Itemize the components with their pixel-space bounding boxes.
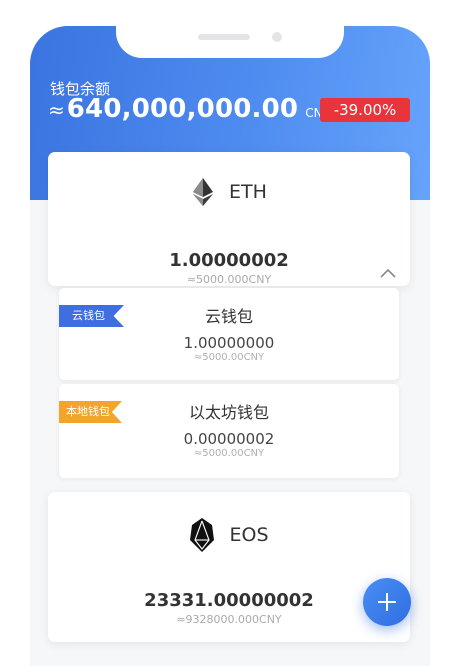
change-percent-badge: -39.00% xyxy=(320,98,410,122)
wallet-amount: 1.00000000 xyxy=(183,334,275,352)
coin-amount: 1.00000002 xyxy=(169,250,289,271)
coin-fiat-value: ≈5000.000CNY xyxy=(186,273,272,286)
coin-amount: 23331.00000002 xyxy=(144,590,314,611)
wallet-amount: 0.00000002 xyxy=(183,430,275,448)
coin-symbol: EOS xyxy=(229,524,269,546)
coin-card-eth[interactable]: ETH 1.00000002 ≈5000.000CNY xyxy=(48,152,410,286)
coin-fiat-value: ≈9328000.000CNY xyxy=(176,613,282,626)
camera-icon xyxy=(272,32,282,42)
coin-card-eos[interactable]: EOS 23331.00000002 ≈9328000.000CNY xyxy=(48,492,410,642)
phone-notch xyxy=(116,26,344,58)
wallet-name: 云钱包 xyxy=(204,307,253,326)
total-balance: 640,000,000.00 xyxy=(66,94,299,124)
wallet-name: 以太坊钱包 xyxy=(188,403,269,422)
ethereum-icon xyxy=(191,178,215,206)
approx-symbol: ≈ xyxy=(48,98,65,122)
coin-header: EOS xyxy=(48,518,410,552)
balance-row: ≈ 640,000,000.00 CNY ▼ xyxy=(48,94,343,124)
wallet-fiat-value: ≈5000.00CNY xyxy=(193,448,265,459)
chevron-up-icon[interactable] xyxy=(380,268,396,278)
coin-header: ETH xyxy=(48,178,410,206)
coin-symbol: ETH xyxy=(229,181,267,203)
phone-screen: 钱包余额 ≈ 640,000,000.00 CNY ▼ -39.00% ETH xyxy=(30,26,430,666)
wallet-item-cloud[interactable]: 云钱包 云钱包 1.00000000 ≈5000.00CNY xyxy=(59,288,399,380)
add-wallet-button[interactable] xyxy=(363,578,411,626)
plus-icon xyxy=(378,593,396,611)
eos-icon xyxy=(189,518,215,552)
speaker-icon xyxy=(198,34,250,40)
wallet-item-local[interactable]: 本地钱包 以太坊钱包 0.00000002 ≈5000.00CNY xyxy=(59,384,399,478)
wallet-fiat-value: ≈5000.00CNY xyxy=(193,352,265,363)
